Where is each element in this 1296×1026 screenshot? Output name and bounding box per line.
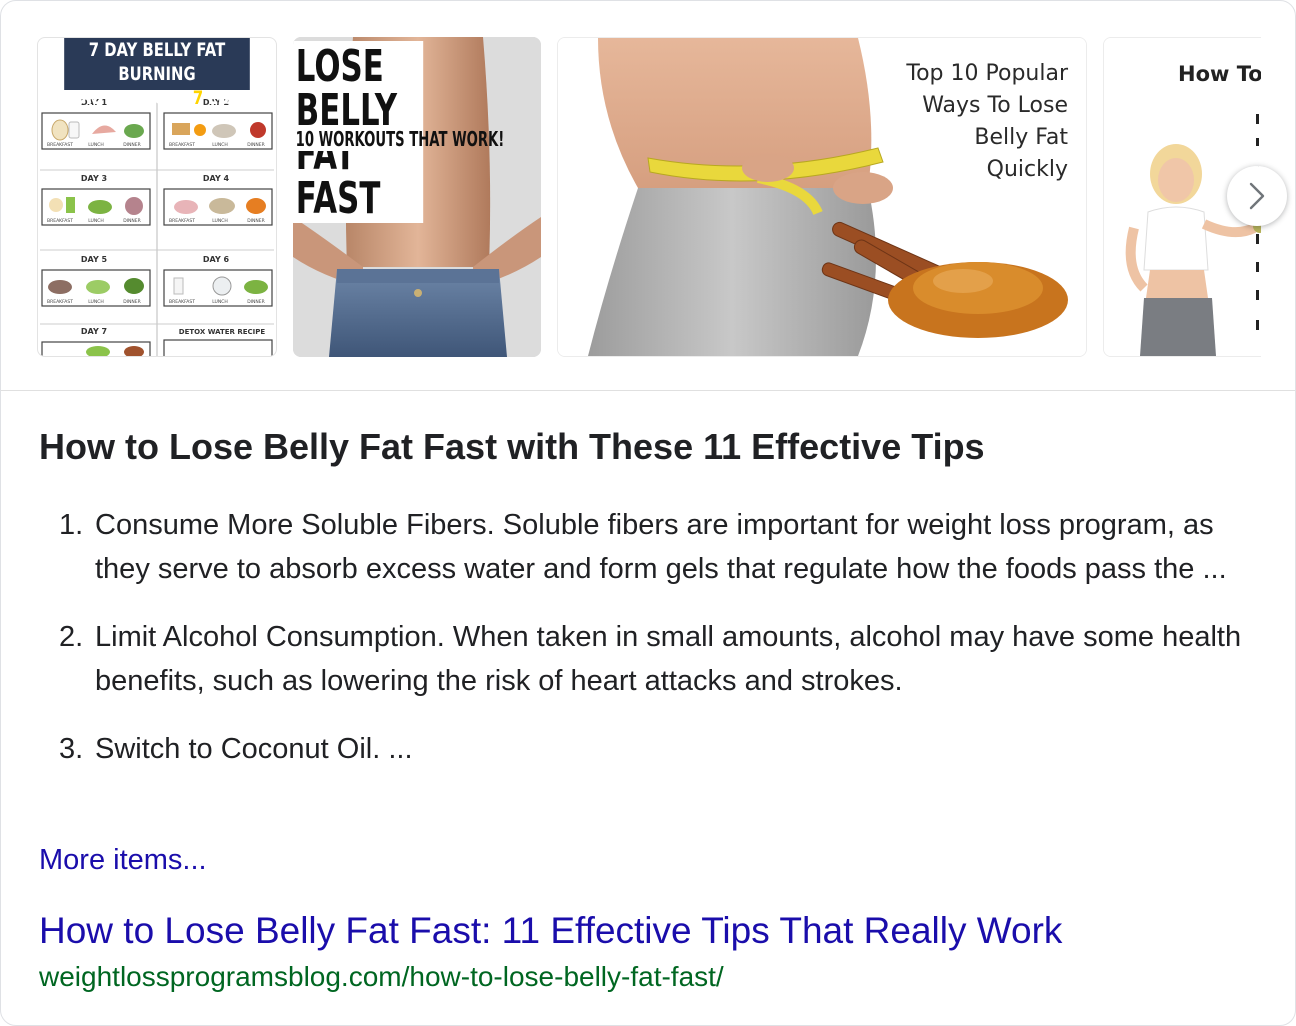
detox-label: DETOX WATER RECIPE — [179, 328, 266, 336]
list-item: 1. Consume More Soluble Fibers. Soluble … — [39, 503, 1249, 591]
diet-plan-heading: 7 DAY BELLY FAT BURNING DIET TO LOSE 7 L… — [64, 38, 250, 109]
meal-label: BREAKFAST — [47, 299, 73, 305]
how-to-caption: How To — [1178, 62, 1261, 86]
image-thumb-top-10-ways[interactable]: Top 10 Popular Ways To Lose Belly Fat Qu… — [557, 37, 1087, 357]
meal-label: BREAKFAST — [169, 142, 195, 148]
featured-snippet-card: 7 DAY BELLY FAT BURNING DIET TO LOSE 7 L… — [0, 0, 1296, 1026]
list-item: 3. Switch to Coconut Oil. ... — [39, 727, 1249, 771]
day-label: DAY 5 — [81, 255, 108, 264]
meal-label: DINNER — [247, 142, 265, 148]
image-carousel: 7 DAY BELLY FAT BURNING DIET TO LOSE 7 L… — [37, 37, 1261, 357]
list-item-number: 1. — [59, 509, 84, 541]
list-item-text: Consume More Soluble Fibers. Soluble fib… — [95, 509, 1227, 585]
image-thumb-diet-plan[interactable]: 7 DAY BELLY FAT BURNING DIET TO LOSE 7 L… — [37, 37, 277, 357]
more-items-link[interactable]: More items... — [39, 839, 207, 881]
result-title-link[interactable]: How to Lose Belly Fat Fast: 11 Effective… — [39, 907, 1062, 955]
meal-label: DINNER — [123, 299, 141, 305]
meal-label: LUNCH — [88, 142, 103, 148]
meal-label: LUNCH — [88, 299, 103, 305]
meal-label: LUNCH — [212, 142, 227, 148]
day-label: DAY 4 — [203, 174, 230, 183]
meal-label: DINNER — [123, 218, 141, 224]
carousel-next-button[interactable] — [1227, 166, 1287, 226]
meal-label: BREAKFAST — [169, 218, 195, 224]
meal-label: LUNCH — [212, 299, 227, 305]
chevron-right-icon — [1249, 182, 1265, 210]
meal-label: DINNER — [247, 218, 265, 224]
list-item-number: 2. — [59, 621, 84, 653]
meal-label: LUNCH — [212, 218, 227, 224]
meal-label: BREAKFAST — [47, 218, 73, 224]
list-item-text: Limit Alcohol Consumption. When taken in… — [95, 621, 1242, 697]
section-divider — [1, 390, 1295, 391]
result-url: weightlossprogramsblog.com/how-to-lose-b… — [39, 961, 724, 992]
day-label: DAY 3 — [81, 174, 107, 183]
tips-list: 1. Consume More Soluble Fibers. Soluble … — [39, 503, 1249, 795]
meal-label: BREAKFAST — [169, 299, 195, 305]
meal-label: DINNER — [123, 142, 141, 148]
lose-belly-subtitle: 10 WORKOUTS THAT WORK! — [293, 127, 504, 151]
day-label: DAY 7 — [81, 327, 107, 336]
snippet-title: How to Lose Belly Fat Fast with These 11… — [39, 426, 985, 467]
image-thumb-lose-belly-fat-fast[interactable]: LOSE BELLY FAT FAST 10 WORKOUTS THAT WOR… — [293, 37, 541, 357]
top-10-caption: Top 10 Popular Ways To Lose Belly Fat Qu… — [906, 61, 1068, 182]
list-item-text: Switch to Coconut Oil. ... — [95, 733, 413, 765]
list-item-number: 3. — [59, 733, 84, 765]
meal-label: DINNER — [247, 299, 265, 305]
meal-label: BREAKFAST — [47, 142, 73, 148]
diet-heading-line2: DIET TO LOSE 7 LBS — [74, 87, 240, 109]
day-label: DAY 6 — [203, 255, 230, 264]
diet-heading-line1: 7 DAY BELLY FAT BURNING — [88, 39, 226, 85]
meal-label: LUNCH — [88, 218, 103, 224]
list-item: 2. Limit Alcohol Consumption. When taken… — [39, 615, 1249, 703]
